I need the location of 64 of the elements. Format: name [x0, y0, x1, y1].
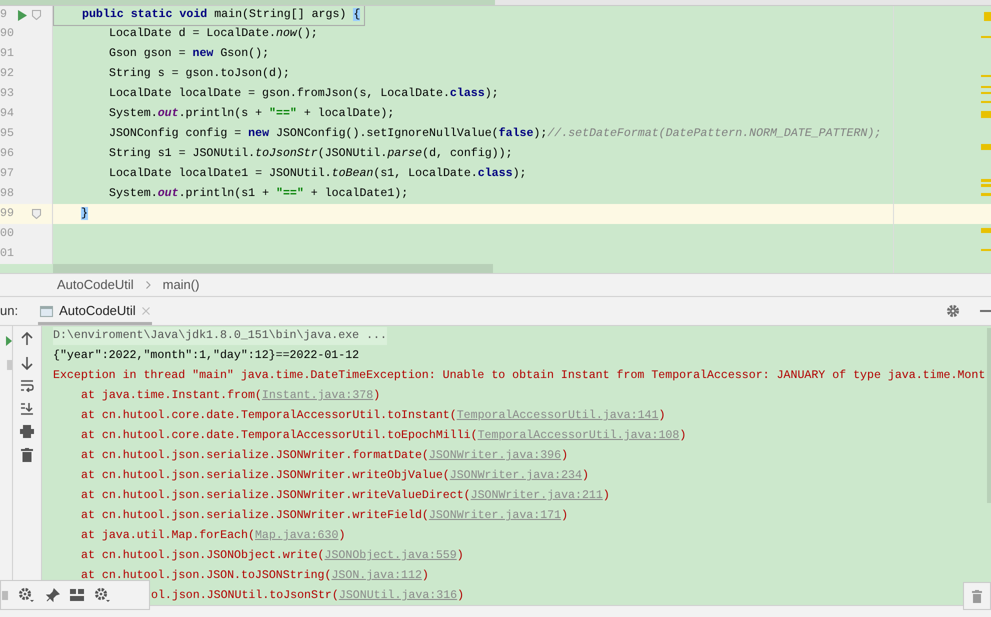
line-number: 91	[0, 46, 14, 62]
trash-icon[interactable]	[21, 448, 33, 462]
source-link[interactable]: TemporalAccessorUtil.java:141	[456, 409, 658, 422]
stack-trace-line: at cn.hutool.core.date.TemporalAccessorUtil.toInstant(TemporalAccessorUtil.java:141)	[80, 408, 666, 424]
code-line: LocalDate d = LocalDate.now();	[109, 26, 318, 42]
line-number: 00	[0, 226, 14, 242]
source-link[interactable]: TemporalAccessorUtil.java:108	[478, 429, 680, 442]
source-link[interactable]: Map.java:630	[254, 529, 338, 542]
trash-button[interactable]	[963, 582, 991, 610]
stack-trace-line: at cn.hutool.json.serialize.JSONWriter.writeValueDirect(JSONWriter.java:211)	[80, 488, 610, 504]
source-link[interactable]: JSONWriter.java:396	[428, 449, 562, 462]
code-line: LocalDate localDate1 = JSONUtil.toBean(s1, LocalDate.class);	[109, 166, 526, 182]
source-link[interactable]: JSONWriter.java:234	[450, 469, 582, 482]
stack-trace-line: at cn.hutool.json.JSON.toJSONString(JSON.java:112)	[80, 568, 429, 584]
stack-trace-line: at cn.hutool.json.JSONObject.write(JSONObject.java:559)	[80, 548, 464, 564]
source-link[interactable]: JSONWriter.java:171	[428, 509, 562, 522]
code-line: System.out.println(s + "==" + localDate);	[109, 106, 394, 122]
stack-trace-line: at java.util.Map.forEach(Map.java:630)	[80, 528, 346, 544]
source-link[interactable]: Instant.java:378	[262, 389, 374, 402]
line-number: 97	[0, 166, 14, 182]
code-line: System.out.println(s1 + "==" + localDate1);	[109, 186, 408, 202]
stack-trace-line: at java.time.Instant.from(Instant.java:378)	[80, 388, 380, 404]
run-label: un:	[0, 302, 18, 320]
line-number: 95	[0, 126, 14, 142]
line-number: 93	[0, 86, 14, 102]
pin-icon[interactable]	[46, 588, 60, 602]
console-icon	[40, 306, 54, 316]
line-number: 92	[0, 66, 14, 82]
source-link[interactable]: JSONWriter.java:211	[470, 489, 603, 502]
chevron-icon	[146, 281, 151, 289]
line-number: 96	[0, 146, 14, 162]
source-link[interactable]: JSONUtil.java:316	[338, 589, 458, 602]
scroll-to-end-icon[interactable]	[20, 402, 34, 415]
stack-trace-line: at cn.hutool.core.date.TemporalAccessorUtil.toEpochMilli(TemporalAccessorUtil.java:108)	[80, 428, 686, 444]
line-number: 94	[0, 106, 14, 122]
code-line: JSONConfig config = new JSONConfig().setIgnoreNullValue(false);//.setDateFormat(DatePattern.NORM_DATE_PATTERN);	[109, 126, 882, 142]
line-number: 01	[0, 246, 14, 262]
breadcrumb[interactable]: AutoCodeUtil	[57, 275, 134, 295]
line-number: 98	[0, 186, 14, 202]
line-number: 99	[0, 206, 14, 222]
stack-trace-line: at cn.hutool.json.serialize.JSONWriter.writeField(JSONWriter.java:171)	[80, 508, 568, 524]
source-link[interactable]: JSONObject.java:559	[324, 549, 457, 562]
up-arrow-icon[interactable]	[21, 332, 33, 346]
layout-icon[interactable]	[70, 589, 84, 601]
settings-dropdown-icon[interactable]	[94, 587, 112, 603]
down-arrow-icon[interactable]	[21, 356, 33, 370]
line-number: 90	[0, 26, 14, 42]
console-line: Exception in thread "main" java.time.DateTimeException: Unable to obtain Instant from TemporalAccessor: JANUARY of type java.time.Mont	[53, 368, 986, 384]
code-line: public static void main(String[] args) {	[82, 7, 360, 24]
run-icon[interactable]	[18, 10, 26, 20]
code-line: Gson gson = new Gson();	[109, 46, 270, 62]
code-line: String s = gson.toJson(d);	[109, 66, 290, 82]
console-line: {"year":2022,"month":1,"day":12}==2022-01-12	[53, 348, 360, 364]
settings-icon[interactable]	[946, 304, 960, 318]
source-link[interactable]: JSON.java:112	[331, 569, 422, 582]
settings-dropdown-icon[interactable]	[18, 587, 36, 603]
code-line: LocalDate localDate = gson.fromJson(s, LocalDate.class);	[109, 86, 499, 102]
soft-wrap-icon[interactable]	[20, 380, 34, 392]
code-line: String s1 = JSONUtil.toJsonStr(JSONUtil.parse(d, config));	[109, 146, 513, 162]
stack-trace-line: at cn.hutool.json.serialize.JSONWriter.formatDate(JSONWriter.java:396)	[80, 448, 568, 464]
stack-trace-line: at cn.hutool.json.serialize.JSONWriter.writeObjValue(JSONWriter.java:234)	[80, 468, 589, 484]
breadcrumb[interactable]: main()	[162, 275, 200, 295]
line-number: 9	[0, 7, 8, 24]
trash-icon	[972, 590, 982, 602]
